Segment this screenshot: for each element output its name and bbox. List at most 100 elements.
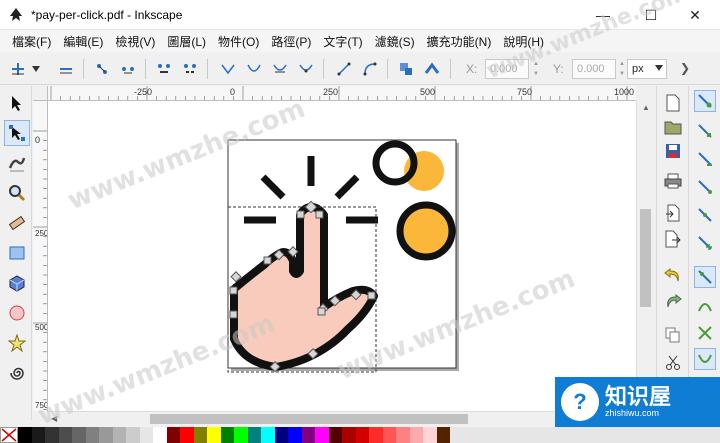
node-symmetric-icon[interactable] — [270, 59, 290, 79]
copy-icon[interactable] — [662, 324, 684, 346]
import-icon[interactable] — [662, 202, 684, 224]
node-auto-smooth-icon[interactable] — [296, 59, 316, 79]
menu-object[interactable]: 物件(O) — [212, 33, 265, 50]
color-swatch[interactable] — [436, 427, 450, 443]
unit-select[interactable]: px — [627, 59, 667, 79]
vertical-scroll-thumb[interactable] — [640, 209, 651, 307]
object-to-path-icon[interactable] — [396, 59, 416, 79]
menu-extensions[interactable]: 擴充功能(N) — [421, 33, 498, 50]
break-path-icon[interactable] — [118, 59, 138, 79]
segment-curve-icon[interactable] — [360, 59, 380, 79]
y-coordinate-input[interactable]: 0.000 — [572, 59, 616, 79]
menu-path[interactable]: 路徑(P) — [265, 33, 317, 50]
color-swatch[interactable] — [261, 427, 275, 443]
color-swatch[interactable] — [112, 427, 126, 443]
snap-path-icon[interactable] — [694, 294, 716, 316]
color-swatch[interactable] — [342, 427, 356, 443]
stroke-to-path-icon[interactable] — [422, 59, 442, 79]
color-swatch[interactable] — [382, 427, 396, 443]
color-swatch[interactable] — [409, 427, 423, 443]
color-swatch[interactable] — [180, 427, 194, 443]
color-swatch[interactable] — [153, 427, 167, 443]
color-swatch[interactable] — [247, 427, 261, 443]
selector-tool[interactable] — [4, 90, 30, 116]
color-swatch[interactable] — [315, 427, 329, 443]
color-swatch[interactable] — [328, 427, 342, 443]
node-cusp-icon[interactable] — [218, 59, 238, 79]
rect-tool[interactable] — [4, 240, 30, 266]
ruler-label: 500 — [35, 323, 48, 332]
color-swatch[interactable] — [274, 427, 288, 443]
segment-line-icon[interactable] — [334, 59, 354, 79]
toolbar-overflow-button[interactable]: ❯ — [680, 61, 690, 75]
color-swatch[interactable] — [234, 427, 248, 443]
menu-file[interactable]: 檔案(F) — [6, 33, 57, 50]
save-icon[interactable] — [662, 140, 684, 162]
color-swatch[interactable] — [18, 427, 32, 443]
snap-bbox-edge-icon[interactable] — [694, 148, 716, 170]
node-tool[interactable] — [4, 120, 30, 146]
menu-layer[interactable]: 圖層(L) — [161, 33, 212, 50]
node-smooth-icon[interactable] — [244, 59, 264, 79]
color-swatch[interactable] — [166, 427, 180, 443]
tweak-tool[interactable] — [4, 150, 30, 176]
snap-smooth-nodes-icon[interactable] — [694, 348, 716, 370]
vertical-scrollbar[interactable]: ▲ ▼ — [636, 101, 654, 411]
color-swatch[interactable] — [396, 427, 410, 443]
color-swatch[interactable] — [31, 427, 45, 443]
join-nodes-icon[interactable] — [92, 59, 112, 79]
color-swatch[interactable] — [423, 427, 437, 443]
spiral-tool[interactable] — [4, 360, 30, 386]
undo-icon[interactable] — [662, 264, 684, 286]
no-paint-swatch[interactable] — [0, 427, 18, 443]
insert-node-dropdown-icon[interactable] — [29, 59, 43, 79]
color-swatch[interactable] — [99, 427, 113, 443]
snap-bbox-corner-icon[interactable] — [694, 176, 716, 198]
horizontal-scroll-thumb[interactable] — [150, 414, 468, 424]
measure-tool[interactable] — [4, 210, 30, 236]
new-document-icon[interactable] — [662, 92, 684, 114]
ruler-label: 1000 — [614, 87, 635, 97]
menu-text[interactable]: 文字(T) — [317, 33, 368, 50]
vertical-ruler[interactable]: 0 250 500 750 — [33, 101, 48, 411]
open-folder-icon[interactable] — [662, 116, 684, 138]
snap-midpoint-icon[interactable] — [694, 204, 716, 226]
color-swatch[interactable] — [193, 427, 207, 443]
color-swatch[interactable] — [126, 427, 140, 443]
3dbox-tool[interactable] — [4, 270, 30, 296]
delete-node-icon[interactable] — [56, 59, 76, 79]
snap-enable-icon[interactable] — [694, 90, 716, 112]
snap-center-icon[interactable] — [694, 232, 716, 254]
snap-nodes-icon[interactable] — [694, 266, 716, 288]
menu-filters[interactable]: 濾鏡(S) — [369, 33, 421, 50]
redo-icon[interactable] — [662, 290, 684, 312]
color-swatch[interactable] — [72, 427, 86, 443]
export-icon[interactable] — [662, 228, 684, 250]
ellipse-tool[interactable] — [4, 300, 30, 326]
color-swatch[interactable] — [85, 427, 99, 443]
menu-edit[interactable]: 編輯(E) — [57, 33, 109, 50]
y-spin-buttons[interactable]: ▲ ▼ — [617, 59, 627, 79]
snap-intersection-icon[interactable] — [694, 322, 716, 344]
scroll-up-icon[interactable]: ▲ — [642, 103, 650, 112]
snap-bbox-icon[interactable] — [694, 120, 716, 142]
color-swatch[interactable] — [288, 427, 302, 443]
horizontal-ruler[interactable]: -250 0 250 500 750 1000 — [48, 86, 636, 101]
zoom-tool[interactable] — [4, 180, 30, 206]
color-swatch[interactable] — [45, 427, 59, 443]
star-tool[interactable] — [4, 330, 30, 356]
delete-segment-icon[interactable] — [180, 59, 200, 79]
color-swatch[interactable] — [355, 427, 369, 443]
color-swatch[interactable] — [220, 427, 234, 443]
join-segment-icon[interactable] — [154, 59, 174, 79]
color-swatch[interactable] — [58, 427, 72, 443]
color-swatch[interactable] — [301, 427, 315, 443]
insert-node-icon[interactable] — [8, 59, 28, 79]
color-swatch[interactable] — [369, 427, 383, 443]
color-swatch[interactable] — [139, 427, 153, 443]
cut-icon[interactable] — [662, 352, 684, 374]
horizontal-scrollbar[interactable]: ◀ — [48, 411, 636, 426]
print-icon[interactable] — [662, 170, 684, 192]
color-swatch[interactable] — [207, 427, 221, 443]
menu-view[interactable]: 檢視(V) — [109, 33, 161, 50]
